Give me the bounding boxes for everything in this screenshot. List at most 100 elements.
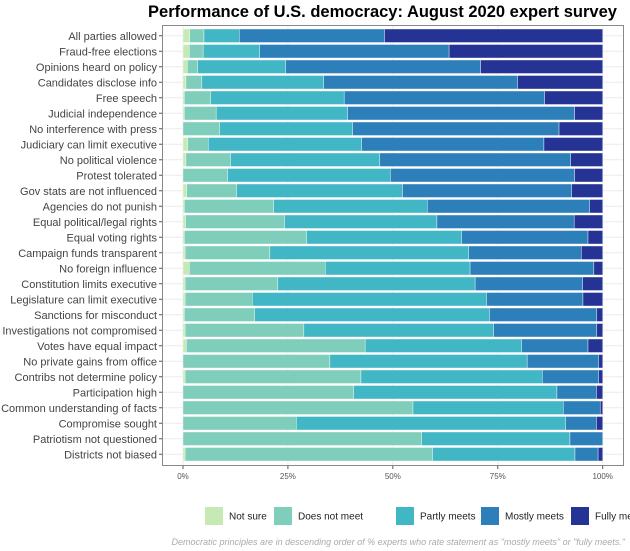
bar-segment-not-sure [182, 447, 186, 462]
bar-segment-mostly-meets [436, 214, 575, 229]
y-tick-label: Judicial independence [48, 108, 157, 120]
bar-segment-partly-meets [201, 75, 324, 90]
bar-segment-fully-meets [598, 354, 603, 369]
x-tick-label: 100% [592, 472, 612, 481]
y-tick-label: Candidates disclose info [38, 77, 157, 89]
legend-swatch [274, 507, 292, 525]
bar-segment-not-sure [182, 245, 186, 260]
bar-segment-fully-meets [589, 199, 603, 214]
bar-segment-fully-meets [571, 183, 603, 198]
bar-segment-partly-meets [353, 385, 558, 400]
bar-segment-does-not-meet [182, 400, 414, 415]
y-tick-label: Districts not biased [64, 449, 157, 461]
bar-segment-does-not-meet [184, 276, 279, 291]
bar-segment-partly-meets [230, 152, 381, 167]
bar-segment-partly-meets [215, 106, 348, 121]
chart-caption: Democratic principles are in descending … [172, 537, 626, 547]
bar-segment-does-not-meet [182, 168, 228, 183]
bar-segment-mostly-meets [468, 245, 582, 260]
bar-segment-not-sure [182, 28, 190, 43]
bar-segment-does-not-meet [184, 447, 433, 462]
bar-segment-fully-meets [596, 307, 603, 322]
bar-segment-mostly-meets [379, 152, 572, 167]
legend-label: Partly meets [420, 512, 476, 523]
y-tick-label: Investigations not compromised [2, 325, 157, 337]
x-tick-label: 50% [385, 472, 401, 481]
bar-segment-partly-meets [364, 338, 522, 353]
bar-segment-does-not-meet [182, 354, 331, 369]
bar-segment-mostly-meets [565, 416, 597, 431]
legend-label: Not sure [229, 512, 267, 523]
bar-segment-mostly-meets [323, 75, 518, 90]
bar-segment-partly-meets [432, 447, 576, 462]
bar-segment-not-sure [182, 44, 190, 59]
bar-segment-partly-meets [227, 168, 391, 183]
bar-segment-fully-meets [587, 338, 603, 353]
bar-segment-not-sure [182, 137, 188, 152]
bar-segment-partly-meets [252, 292, 487, 307]
bar-segment-partly-meets [277, 276, 476, 291]
bar-segment-fully-meets [558, 121, 603, 136]
bar-segment-fully-meets [587, 230, 603, 245]
bar-segment-not-sure [182, 292, 186, 307]
y-tick-label: Agencies do not punish [43, 201, 157, 213]
bar-segment-partly-meets [296, 416, 566, 431]
y-tick-label: All parties allowed [68, 31, 157, 43]
bar-segment-not-sure [182, 369, 186, 384]
legend-label: Fully meets [595, 512, 630, 523]
bar-segment-fully-meets [597, 447, 603, 462]
bar-segment-not-sure [182, 152, 187, 167]
bar-segment-mostly-meets [489, 307, 598, 322]
bar-segment-not-sure [182, 276, 186, 291]
x-tick-label: 75% [490, 472, 506, 481]
bar-segment-does-not-meet [182, 385, 355, 400]
bar-segment-mostly-meets [390, 168, 575, 183]
legend-swatch [396, 507, 414, 525]
bar-segment-mostly-meets [574, 447, 599, 462]
y-tick-label: Equal voting rights [67, 232, 158, 244]
bar-segment-does-not-meet [184, 199, 274, 214]
bar-segment-fully-meets [570, 152, 603, 167]
bar-segment-does-not-meet [186, 183, 237, 198]
bar-segment-mostly-meets [469, 261, 595, 276]
bar-segment-not-sure [182, 214, 186, 229]
bar-segment-mostly-meets [493, 323, 598, 338]
legend-swatch [205, 507, 223, 525]
bar-segment-does-not-meet [182, 416, 297, 431]
bar-segment-partly-meets [329, 354, 528, 369]
y-tick-label: Protest tolerated [76, 170, 157, 182]
bar-segment-fully-meets [599, 400, 603, 415]
bar-segment-does-not-meet [184, 292, 253, 307]
bar-segment-mostly-meets [563, 400, 601, 415]
y-tick-label: Compromise sought [59, 418, 157, 430]
bar-segment-mostly-meets [521, 338, 589, 353]
bar-segment-mostly-meets [474, 276, 583, 291]
bar-segment-mostly-meets [352, 121, 560, 136]
bar-segment-partly-meets [360, 369, 543, 384]
legend-label: Does not meet [298, 512, 363, 523]
x-tick-label: 25% [280, 472, 296, 481]
bar-segment-partly-meets [306, 230, 462, 245]
bar-segment-does-not-meet [186, 338, 366, 353]
bar-segment-fully-meets [448, 44, 603, 59]
legend-swatch [481, 507, 499, 525]
y-tick-label: No foreign influence [59, 263, 157, 275]
bar-segment-fully-meets [596, 323, 603, 338]
bar-segment-fully-meets [598, 369, 603, 384]
bar-segment-does-not-meet [189, 28, 205, 43]
y-tick-label: Legislature can limit executive [10, 294, 157, 306]
bar-segment-mostly-meets [486, 292, 584, 307]
y-tick-label: Contribs not determine policy [15, 372, 158, 384]
y-tick-label: Gov stats are not influenced [20, 186, 157, 198]
bar-segment-partly-meets [269, 245, 470, 260]
bar-segment-mostly-meets [347, 106, 575, 121]
bar-segment-mostly-meets [402, 183, 572, 198]
y-tick-label: Equal political/legal rights [33, 217, 158, 229]
y-tick-label: Common understanding of facts [1, 403, 157, 415]
bar-segment-mostly-meets [461, 230, 589, 245]
bar-segment-mostly-meets [259, 44, 450, 59]
bar-segment-does-not-meet [185, 214, 285, 229]
bar-segment-does-not-meet [184, 245, 271, 260]
bar-segment-does-not-meet [184, 106, 217, 121]
bar-segment-mostly-meets [427, 199, 590, 214]
